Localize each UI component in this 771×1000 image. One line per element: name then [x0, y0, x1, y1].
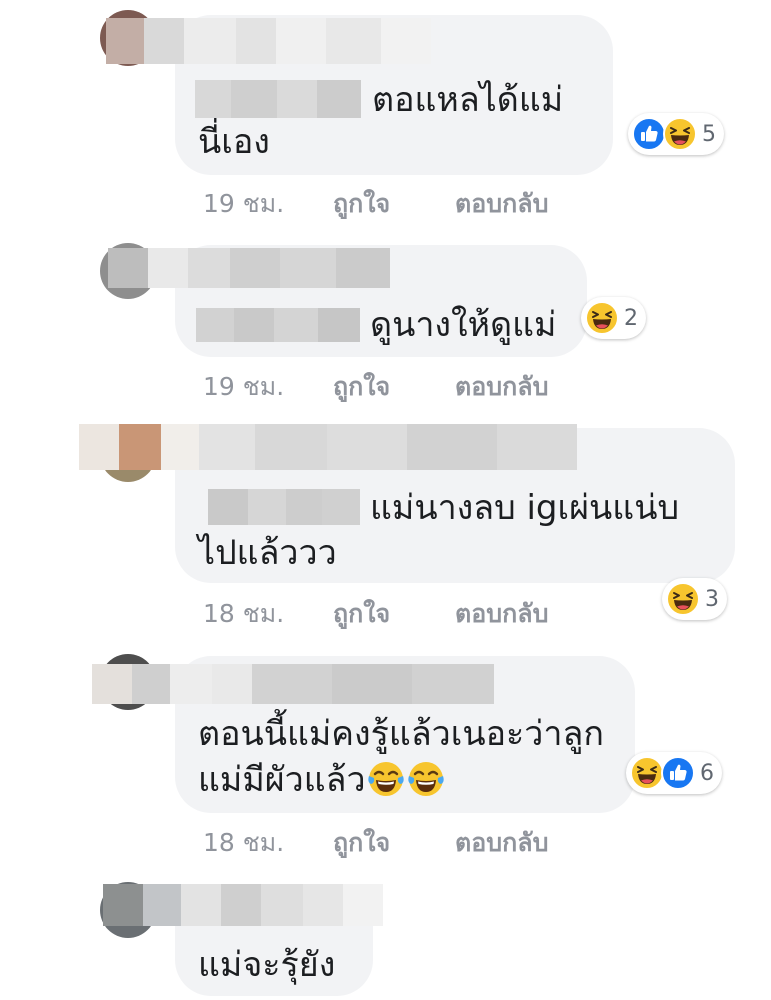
tears-of-joy-icon [406, 759, 446, 799]
blurred-username [79, 424, 577, 470]
reply-button[interactable]: ตอบกลับ [455, 367, 548, 407]
like-icon [632, 117, 666, 151]
haha-icon [663, 117, 697, 151]
blurred-username [103, 884, 383, 926]
blurred-username [92, 664, 494, 704]
reaction-count: 3 [705, 586, 719, 612]
like-button[interactable]: ถูกใจ [333, 184, 455, 224]
haha-icon [666, 582, 700, 616]
comment-text-line: ตอแหลได้แม่ [372, 80, 564, 120]
reply-button[interactable]: ตอบกลับ [455, 594, 548, 634]
blurred-mention [208, 489, 360, 525]
like-button[interactable]: ถูกใจ [333, 594, 455, 634]
haha-icon [585, 301, 619, 335]
blurred-mention [196, 308, 360, 342]
like-button[interactable]: ถูกใจ [333, 823, 455, 863]
comment-timestamp[interactable]: 18 ชม. [203, 594, 333, 634]
reaction-summary[interactable]: 3 [662, 578, 727, 620]
comment-meta: 19 ชม. ถูกใจ ตอบกลับ [203, 184, 548, 224]
comment-text-line: แม่จะรุ้ยัง [198, 945, 336, 985]
haha-icon [630, 756, 664, 790]
comment-text-line: ดูนางให้ดูแม่ [370, 305, 557, 345]
comment-text-line: แม่นางลบ igเผ่นแน่บ [370, 488, 680, 528]
comment-text-line: ตอนนี้แม่คงรู้แล้วเนอะว่าลูก [198, 714, 604, 754]
comment-text-line: นี่เอง [198, 122, 270, 162]
reaction-summary[interactable]: 5 [628, 113, 724, 155]
tears-of-joy-icon [366, 759, 406, 799]
reaction-count: 2 [624, 305, 638, 331]
comment-meta: 18 ชม. ถูกใจ ตอบกลับ [203, 823, 548, 863]
comment-text-line: แม่มีผัวแล้ว [198, 756, 446, 804]
comment-meta: 18 ชม. ถูกใจ ตอบกลับ [203, 594, 548, 634]
like-icon [661, 756, 695, 790]
reply-button[interactable]: ตอบกลับ [455, 823, 548, 863]
reaction-count: 6 [700, 760, 714, 786]
comment-timestamp[interactable]: 19 ชม. [203, 184, 333, 224]
comment-timestamp[interactable]: 18 ชม. [203, 823, 333, 863]
comment-timestamp[interactable]: 19 ชม. [203, 367, 333, 407]
reaction-count: 5 [702, 121, 716, 147]
blurred-username [108, 248, 390, 288]
like-button[interactable]: ถูกใจ [333, 367, 455, 407]
comment-text-part: แม่มีผัวแล้ว [198, 760, 366, 800]
reaction-summary[interactable]: 6 [626, 752, 722, 794]
reaction-summary[interactable]: 2 [581, 297, 646, 339]
comment-text-line: ไปแล้ววว [198, 533, 337, 573]
comment-meta: 19 ชม. ถูกใจ ตอบกลับ [203, 367, 548, 407]
blurred-mention [195, 80, 361, 118]
blurred-username [106, 18, 431, 64]
reply-button[interactable]: ตอบกลับ [455, 184, 548, 224]
